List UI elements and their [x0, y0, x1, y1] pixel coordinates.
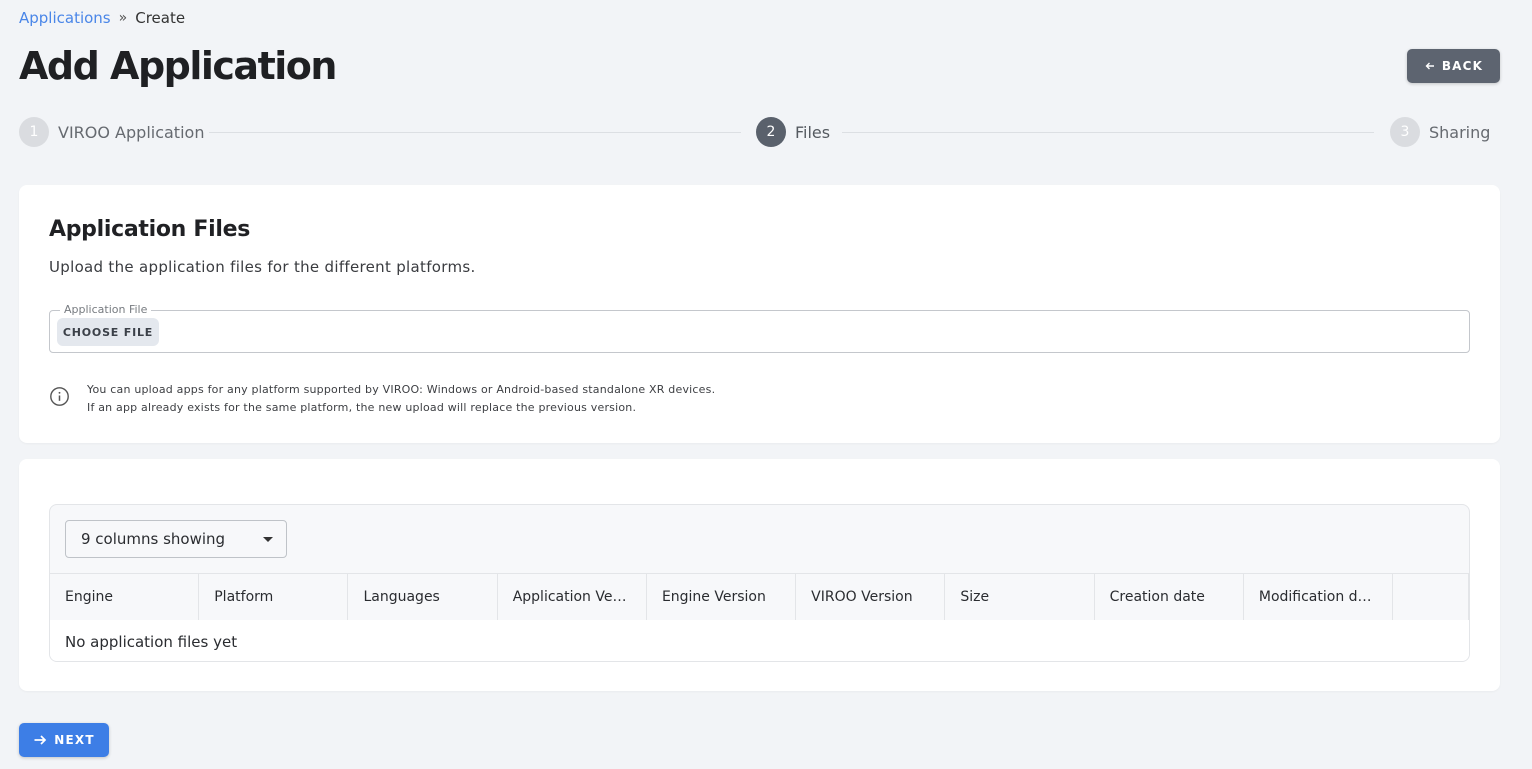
application-files-table-card: 9 columns showing Engine Platform Langua…: [19, 459, 1500, 691]
step-files[interactable]: 2 Files: [756, 117, 830, 147]
card-subtitle: Upload the application files for the dif…: [49, 258, 476, 276]
grid-header-row: Engine Platform Languages Application Ve…: [50, 573, 1469, 620]
info-text-line-1: You can upload apps for any platform sup…: [87, 383, 716, 396]
application-file-label: Application File: [60, 303, 152, 316]
column-header-application-version[interactable]: Application Ve…: [498, 574, 647, 620]
caret-down-icon: [263, 537, 273, 542]
step-2-number: 2: [756, 117, 786, 147]
next-button-label: NEXT: [54, 733, 95, 747]
stepper: 1 VIROO Application 2 Files 3 Sharing: [19, 117, 1500, 147]
breadcrumb: Applications » Create: [19, 8, 185, 28]
columns-selector-label: 9 columns showing: [81, 530, 226, 548]
column-header-creation-date[interactable]: Creation date: [1095, 574, 1244, 620]
application-files-card: Application Files Upload the application…: [19, 185, 1500, 443]
column-header-platform[interactable]: Platform: [199, 574, 349, 620]
breadcrumb-separator: »: [118, 10, 128, 26]
step-3-label: Sharing: [1429, 122, 1491, 142]
info-note: You can upload apps for any platform sup…: [49, 381, 715, 417]
card-title: Application Files: [49, 217, 251, 242]
info-icon: [50, 387, 69, 406]
page-title: Add Application: [19, 44, 337, 88]
choose-file-button[interactable]: CHOOSE FILE: [57, 318, 159, 346]
arrow-left-icon: [1425, 62, 1434, 70]
step-connector-2: [842, 132, 1374, 133]
breadcrumb-current: Create: [135, 9, 186, 27]
column-header-engine[interactable]: Engine: [50, 574, 200, 620]
arrow-right-icon: [34, 735, 47, 745]
info-text-line-2: If an app already exists for the same pl…: [87, 401, 637, 414]
back-button-label: BACK: [1441, 59, 1484, 73]
files-data-grid: 9 columns showing Engine Platform Langua…: [49, 504, 1470, 662]
step-1-number: 1: [19, 117, 49, 147]
column-header-modification-date[interactable]: Modification d…: [1244, 574, 1394, 620]
next-button[interactable]: NEXT: [19, 723, 109, 757]
step-viroo-application[interactable]: 1 VIROO Application: [19, 117, 204, 147]
columns-selector[interactable]: 9 columns showing: [65, 520, 287, 558]
back-button[interactable]: BACK: [1407, 49, 1500, 83]
empty-state-message: No application files yet: [50, 620, 1469, 661]
step-2-label: Files: [795, 122, 831, 142]
column-header-engine-version[interactable]: Engine Version: [647, 574, 797, 620]
column-header-languages[interactable]: Languages: [348, 574, 498, 620]
application-file-field[interactable]: Application File CHOOSE FILE: [49, 303, 1470, 353]
step-connector-1: [209, 132, 741, 133]
breadcrumb-applications-link[interactable]: Applications: [19, 8, 111, 28]
step-3-number: 3: [1390, 117, 1420, 147]
step-sharing[interactable]: 3 Sharing: [1390, 117, 1490, 147]
step-1-label: VIROO Application: [58, 122, 205, 142]
column-header-actions: [1393, 574, 1469, 620]
column-header-viroo-version[interactable]: VIROO Version: [796, 574, 946, 620]
column-header-size[interactable]: Size: [945, 574, 1095, 620]
